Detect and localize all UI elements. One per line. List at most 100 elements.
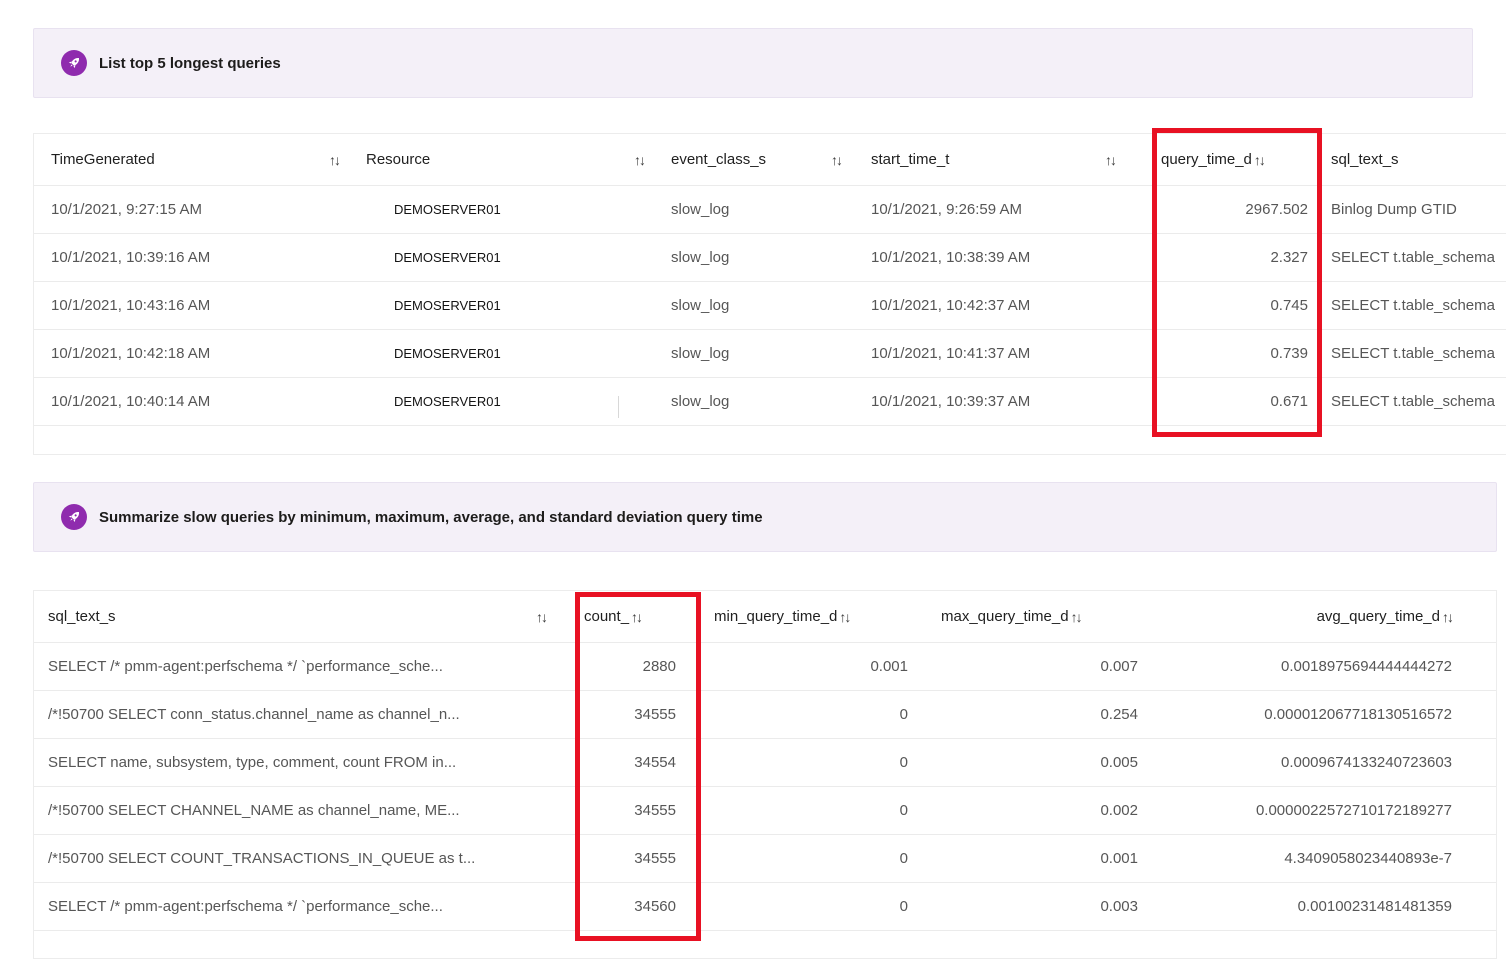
cell-min-query-time: 0.001 [870,658,908,675]
column-header-sql-text[interactable]: sql_text_s ↑↓ [34,591,576,642]
cell-event-class: slow_log [671,201,730,218]
column-header-avg-query-time[interactable]: avg_query_time_d ↑↓ [1146,591,1496,642]
cell-resource: DEMOSERVER01 [394,298,501,313]
cell-resource: DEMOSERVER01 [394,250,501,265]
cell-query-time: 2.327 [1270,249,1308,266]
cell-time-generated: 10/1/2021, 10:42:18 AM [51,345,211,362]
cell-query-time: 0.745 [1270,297,1308,314]
cell-avg-query-time: 0.0009674133240723603 [1280,754,1452,771]
cell-sql-text: SELECT t.table_schema [1331,249,1495,266]
table-row[interactable]: /*!50700 SELECT conn_status.channel_name… [34,691,1496,739]
sort-icon[interactable]: ↑↓ [1442,609,1454,625]
column-header-label: max_query_time_d [941,608,1069,625]
table-header-row: sql_text_s ↑↓ count_ ↑↓ min_query_time_d… [34,591,1496,643]
column-header-min-query-time[interactable]: min_query_time_d ↑↓ [701,591,916,642]
cell-sql-text: SELECT /* pmm-agent:perfschema */ `perfo… [48,898,443,915]
cell-time-generated: 10/1/2021, 10:43:16 AM [51,297,211,314]
cell-avg-query-time: 4.3409058023440893e-7 [1284,850,1452,867]
column-header-label: TimeGenerated [51,151,155,168]
column-header-max-query-time[interactable]: max_query_time_d ↑↓ [916,591,1146,642]
cell-sql-text: SELECT /* pmm-agent:perfschema */ `perfo… [48,658,443,675]
table-row[interactable]: 10/1/2021, 10:39:16 AM DEMOSERVER01 slow… [34,234,1506,282]
column-header-event-class[interactable]: event_class_s ↑↓ [656,134,856,185]
cell-sql-text: SELECT t.table_schema [1331,297,1495,314]
sort-icon[interactable]: ↑↓ [831,152,843,168]
cell-time-generated: 10/1/2021, 10:39:16 AM [51,249,211,266]
cell-max-query-time: 0.002 [1100,802,1138,819]
cell-count: 34560 [634,898,676,915]
cell-event-class: slow_log [671,297,730,314]
cell-start-time: 10/1/2021, 10:39:37 AM [871,393,1031,410]
cell-avg-query-time: 0.00100231481481359 [1297,898,1452,915]
column-header-start-time[interactable]: start_time_t ↑↓ [856,134,1153,185]
column-header-label: start_time_t [871,151,950,168]
cell-sql-text: /*!50700 SELECT CHANNEL_NAME as channel_… [48,802,460,819]
sort-icon[interactable]: ↑↓ [329,152,341,168]
cell-max-query-time: 0.003 [1100,898,1138,915]
column-header-label: sql_text_s [1331,151,1399,168]
table-row[interactable]: /*!50700 SELECT CHANNEL_NAME as channel_… [34,787,1496,835]
column-header-query-time[interactable]: query_time_d ↑↓ [1153,134,1323,185]
sort-icon[interactable]: ↑↓ [631,609,643,625]
rocket-icon [61,50,87,76]
cell-start-time: 10/1/2021, 10:41:37 AM [871,345,1031,362]
cell-min-query-time: 0 [899,754,908,771]
table-row[interactable]: SELECT /* pmm-agent:perfschema */ `perfo… [34,643,1496,691]
cell-count: 34554 [634,754,676,771]
table-row[interactable]: 10/1/2021, 10:43:16 AM DEMOSERVER01 slow… [34,282,1506,330]
cell-event-class: slow_log [671,249,730,266]
prompt-banner-top-queries: List top 5 longest queries [33,28,1473,98]
cell-max-query-time: 0.254 [1100,706,1138,723]
table-row[interactable]: 10/1/2021, 10:42:18 AM DEMOSERVER01 slow… [34,330,1506,378]
column-header-label: event_class_s [671,151,767,168]
cell-sql-text: Binlog Dump GTID [1331,201,1457,218]
table-header-row: TimeGenerated ↑↓ Resource ↑↓ event_class… [34,134,1506,186]
sort-icon[interactable]: ↑↓ [634,152,646,168]
sort-icon[interactable]: ↑↓ [839,609,851,625]
cell-resource: DEMOSERVER01 [394,394,501,409]
cell-sql-text: /*!50700 SELECT conn_status.channel_name… [48,706,460,723]
prompt-banner-label: Summarize slow queries by minimum, maxim… [99,508,763,526]
column-header-label: min_query_time_d [714,608,838,625]
cell-query-time: 2967.502 [1245,201,1308,218]
cell-sql-text: /*!50700 SELECT COUNT_TRANSACTIONS_IN_QU… [48,850,476,867]
sort-icon[interactable]: ↑↓ [1254,152,1266,168]
sort-icon[interactable]: ↑↓ [1105,152,1117,168]
cell-min-query-time: 0 [899,802,908,819]
cell-sql-text: SELECT name, subsystem, type, comment, c… [48,754,457,771]
cell-count: 34555 [634,706,676,723]
column-header-timegenerated[interactable]: TimeGenerated ↑↓ [34,134,351,185]
column-resize-grip[interactable] [618,396,619,418]
table-row[interactable]: SELECT /* pmm-agent:perfschema */ `perfo… [34,883,1496,931]
column-header-label: sql_text_s [48,608,116,625]
cell-avg-query-time: 0.0000022572710172189277 [1255,802,1452,819]
cell-count: 2880 [642,658,676,675]
table-row[interactable]: /*!50700 SELECT COUNT_TRANSACTIONS_IN_QU… [34,835,1496,883]
summary-table: sql_text_s ↑↓ count_ ↑↓ min_query_time_d… [33,590,1497,959]
cell-max-query-time: 0.005 [1100,754,1138,771]
cell-query-time: 0.671 [1270,393,1308,410]
column-header-label: count_ [584,608,630,625]
column-header-sql-text[interactable]: sql_text_s [1323,134,1506,185]
cell-min-query-time: 0 [899,898,908,915]
column-header-count[interactable]: count_ ↑↓ [576,591,701,642]
top-queries-table: TimeGenerated ↑↓ Resource ↑↓ event_class… [33,133,1506,455]
sort-icon[interactable]: ↑↓ [1071,609,1083,625]
cell-resource: DEMOSERVER01 [394,202,501,217]
column-header-label: query_time_d [1161,151,1252,168]
column-header-label: avg_query_time_d [1316,608,1440,625]
cell-query-time: 0.739 [1270,345,1308,362]
column-header-resource[interactable]: Resource ↑↓ [351,134,656,185]
table-row[interactable]: SELECT name, subsystem, type, comment, c… [34,739,1496,787]
table-row[interactable]: 10/1/2021, 10:40:14 AM DEMOSERVER01 slow… [34,378,1506,426]
cell-start-time: 10/1/2021, 10:42:37 AM [871,297,1031,314]
prompt-banner-label: List top 5 longest queries [99,54,281,72]
sort-icon[interactable]: ↑↓ [536,609,548,625]
cell-start-time: 10/1/2021, 10:38:39 AM [871,249,1031,266]
cell-max-query-time: 0.001 [1100,850,1138,867]
cell-sql-text: SELECT t.table_schema [1331,393,1495,410]
column-header-label: Resource [366,151,431,168]
table-row[interactable]: 10/1/2021, 9:27:15 AM DEMOSERVER01 slow_… [34,186,1506,234]
cell-event-class: slow_log [671,345,730,362]
cell-time-generated: 10/1/2021, 10:40:14 AM [51,393,211,410]
